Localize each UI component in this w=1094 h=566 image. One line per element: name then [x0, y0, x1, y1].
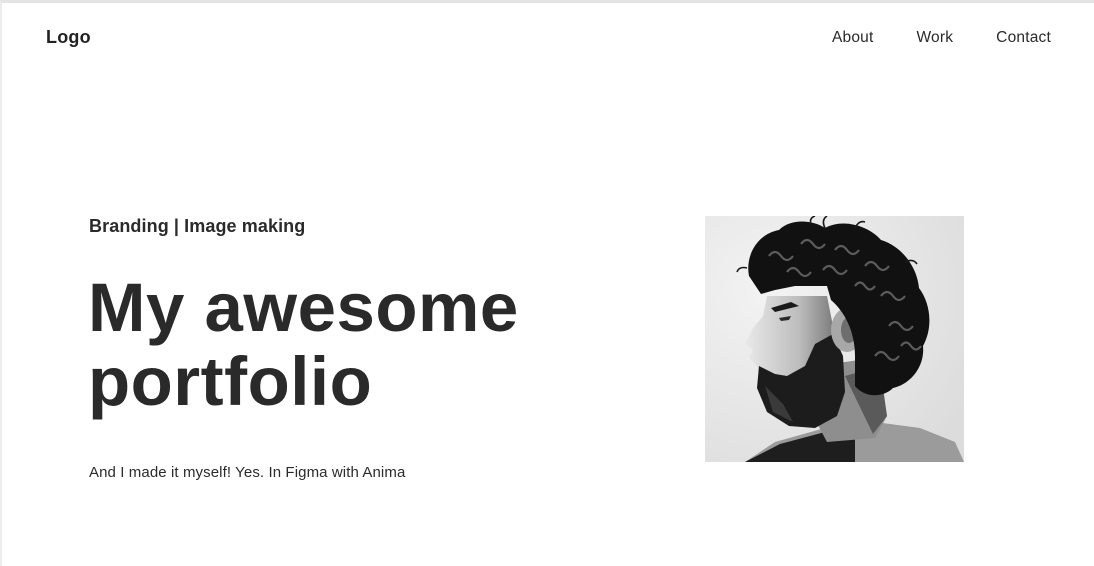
- hero-subtext: And I made it myself! Yes. In Figma with…: [89, 464, 406, 481]
- portrait-illustration: [705, 216, 964, 462]
- main-nav: About Work Contact: [832, 29, 1051, 47]
- hero-headline-line-2: portfolio: [88, 343, 373, 420]
- nav-link-contact[interactable]: Contact: [996, 29, 1051, 47]
- hero-headline-line-1: My awesome: [88, 269, 519, 346]
- logo[interactable]: Logo: [46, 27, 91, 48]
- nav-link-about[interactable]: About: [832, 29, 874, 47]
- nav-link-work[interactable]: Work: [916, 29, 953, 47]
- hero-headline: My awesome portfolio: [88, 271, 608, 419]
- hero-tagline: Branding | Image making: [89, 216, 306, 236]
- portrait-image: [705, 216, 964, 462]
- page-frame: Logo About Work Contact Branding | Image…: [0, 0, 1094, 566]
